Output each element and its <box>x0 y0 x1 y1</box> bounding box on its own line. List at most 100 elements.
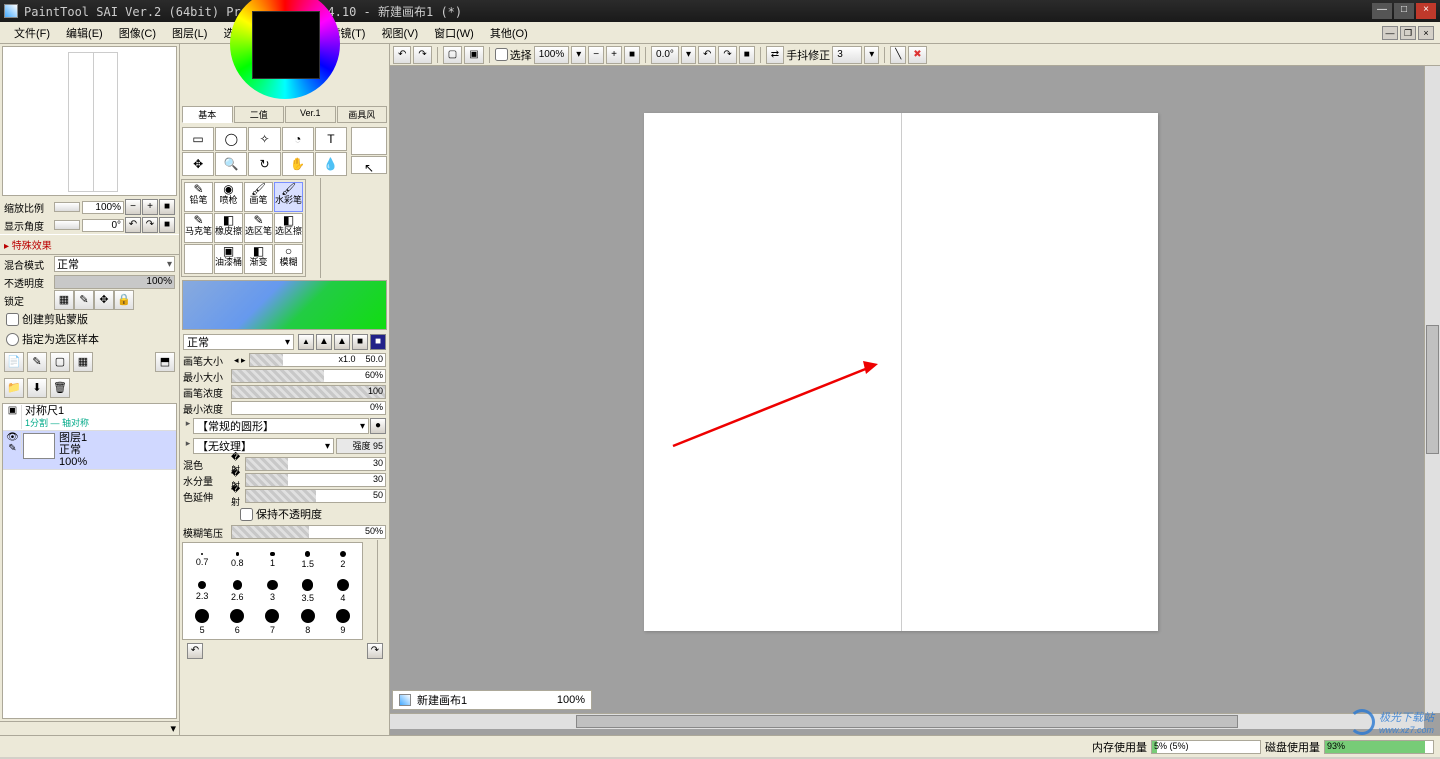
horizontal-scrollbar[interactable] <box>390 713 1424 729</box>
doc-minimize-button[interactable]: — <box>1382 26 1398 40</box>
lock-pixels-button[interactable]: ▦ <box>54 290 74 310</box>
edit-icon[interactable]: ✎ <box>4 443 22 454</box>
brush-empty[interactable] <box>184 244 213 274</box>
new-group-button[interactable]: ▦ <box>73 352 93 372</box>
brush-tip-5[interactable]: ■ <box>370 334 386 350</box>
menu-layer[interactable]: 图层(L) <box>164 23 215 43</box>
doc-restore-button[interactable]: ❐ <box>1400 26 1416 40</box>
text-tool[interactable]: T <box>315 127 347 151</box>
brush-shape-btn[interactable]: ● <box>370 418 386 434</box>
visibility-icon[interactable]: ▣ <box>4 405 22 429</box>
keep-opacity-checkbox[interactable] <box>240 508 253 521</box>
clip-mask-checkbox[interactable] <box>6 313 19 326</box>
rot-cw-btn[interactable]: ↷ <box>718 46 736 64</box>
size-6[interactable]: 6 <box>220 607 254 637</box>
move-tool[interactable]: ✥ <box>182 152 214 176</box>
menu-window[interactable]: 窗口(W) <box>426 23 482 43</box>
menu-view[interactable]: 视图(V) <box>373 23 426 43</box>
slider-混色[interactable]: 30 <box>245 457 386 471</box>
wand-tool[interactable]: ✧ <box>248 127 280 151</box>
rect-select-tool[interactable]: ▭ <box>182 127 214 151</box>
new-mask-button[interactable]: ▢ <box>50 352 70 372</box>
size-3.5[interactable]: 3.5 <box>291 576 325 606</box>
navigator[interactable] <box>2 46 177 196</box>
size-0.7[interactable]: 0.7 <box>185 545 219 575</box>
brush-渐变[interactable]: ◧渐变 <box>244 244 273 274</box>
eyedropper-tool[interactable]: 💧 <box>315 152 347 176</box>
zoom-field[interactable]: 100% <box>534 46 570 64</box>
brush-blend-select[interactable]: 正常 <box>183 334 294 350</box>
deselect-button[interactable]: ▢ <box>443 46 462 64</box>
lasso-tool[interactable]: ◯ <box>215 127 247 151</box>
brush-tex-select[interactable]: 【无纹理】 <box>193 438 334 454</box>
slider-画笔浓度[interactable]: 100 <box>231 385 386 399</box>
brush-选区笔[interactable]: ✎选区笔 <box>244 213 273 243</box>
doc-close-button[interactable]: × <box>1418 26 1434 40</box>
brush-铅笔[interactable]: ✎铅笔 <box>184 182 213 212</box>
redo-button[interactable]: ↷ <box>413 46 431 64</box>
hand-tool[interactable]: ✋ <box>282 152 314 176</box>
zoom-reset-button[interactable]: ■ <box>159 199 175 215</box>
lock-all-button[interactable]: 🔒 <box>114 290 134 310</box>
flip-h-button[interactable]: ⇄ <box>766 46 784 64</box>
zoom-tool[interactable]: 🔍 <box>215 152 247 176</box>
document-tab[interactable]: 新建画布1 100% <box>392 690 592 710</box>
angle-value[interactable]: 0° <box>82 219 124 232</box>
visibility-icon[interactable]: 👁 <box>4 432 22 443</box>
transfer-down-button[interactable]: ⬒ <box>155 352 175 372</box>
new-folder-button[interactable]: 📁 <box>4 378 24 398</box>
slider-色延伸[interactable]: 50 <box>245 489 386 503</box>
layer-item-ruler[interactable]: ▣ 对称尺11分割 — 轴对称 <box>3 404 176 431</box>
scratchpad[interactable] <box>182 280 387 330</box>
brush-tip-3[interactable]: ▲ <box>334 334 350 350</box>
minimize-button[interactable]: — <box>1372 3 1392 19</box>
rot-ccw-btn[interactable]: ↶ <box>698 46 716 64</box>
slider-水分量[interactable]: 30 <box>245 473 386 487</box>
expand-icon[interactable]: ▸ <box>183 438 193 454</box>
size-1[interactable]: 1 <box>255 545 289 575</box>
rotate-reset-button[interactable]: ■ <box>159 217 175 233</box>
brush-tip-1[interactable]: ▲ <box>298 334 314 350</box>
angle-dropdown[interactable]: ▾ <box>681 46 696 64</box>
brush-马克笔[interactable]: ✎马克笔 <box>184 213 213 243</box>
canvas-viewport[interactable]: 新建画布1 100% <box>390 66 1440 735</box>
size-0.8[interactable]: 0.8 <box>220 545 254 575</box>
slider-画笔大小[interactable]: x1.0 50.0 <box>249 353 386 367</box>
redo-brush-button[interactable]: ↷ <box>367 643 383 659</box>
new-layer-button[interactable]: 📄 <box>4 352 24 372</box>
cancel-icon[interactable]: ✖ <box>908 46 926 64</box>
rotate-ccw-button[interactable]: ↶ <box>125 217 141 233</box>
zoom-in-btn[interactable]: + <box>606 46 622 64</box>
layer-item-1[interactable]: 👁✎ 图层1正常100% <box>3 431 176 470</box>
rotate-cw-button[interactable]: ↷ <box>142 217 158 233</box>
sel-ref-radio[interactable] <box>6 333 19 346</box>
tab-ver1[interactable]: Ver.1 <box>285 106 336 123</box>
zoom-value[interactable]: 100% <box>82 201 124 214</box>
brush-喷枪[interactable]: ◉喷枪 <box>214 182 243 212</box>
slider-最小浓度[interactable]: 0% <box>231 401 386 415</box>
size-2[interactable]: 2 <box>326 545 360 575</box>
brush-画笔[interactable]: 🖌画笔 <box>244 182 273 212</box>
expand-icon[interactable]: ▸ <box>183 418 193 434</box>
merge-down-button[interactable]: ⬇ <box>27 378 47 398</box>
size-3[interactable]: 3 <box>255 576 289 606</box>
shape-tool[interactable]: ◔ <box>282 127 314 151</box>
tab-basic[interactable]: 基本 <box>182 106 233 123</box>
zoom-out-btn[interactable]: − <box>588 46 604 64</box>
delete-layer-button[interactable]: 🗑 <box>50 378 70 398</box>
brush-模糊[interactable]: ○模糊 <box>274 244 303 274</box>
size-1.5[interactable]: 1.5 <box>291 545 325 575</box>
fg-color-swatch[interactable] <box>351 127 387 155</box>
brush-橡皮擦[interactable]: ◧橡皮擦 <box>214 213 243 243</box>
undo-button[interactable]: ↶ <box>393 46 411 64</box>
stabilizer-dropdown[interactable]: ▾ <box>864 46 879 64</box>
slider-最小大小[interactable]: 60% <box>231 369 386 383</box>
rotate-tool[interactable]: ↻ <box>248 152 280 176</box>
opacity-slider[interactable]: 100% <box>54 275 175 289</box>
menu-file[interactable]: 文件(F) <box>6 23 58 43</box>
size-5[interactable]: 5 <box>185 607 219 637</box>
close-button[interactable]: × <box>1416 3 1436 19</box>
size-scrollbar[interactable] <box>377 540 389 642</box>
brush-水彩笔[interactable]: 🖌水彩笔 <box>274 182 303 212</box>
stabilizer-value[interactable]: 3 <box>832 46 862 64</box>
